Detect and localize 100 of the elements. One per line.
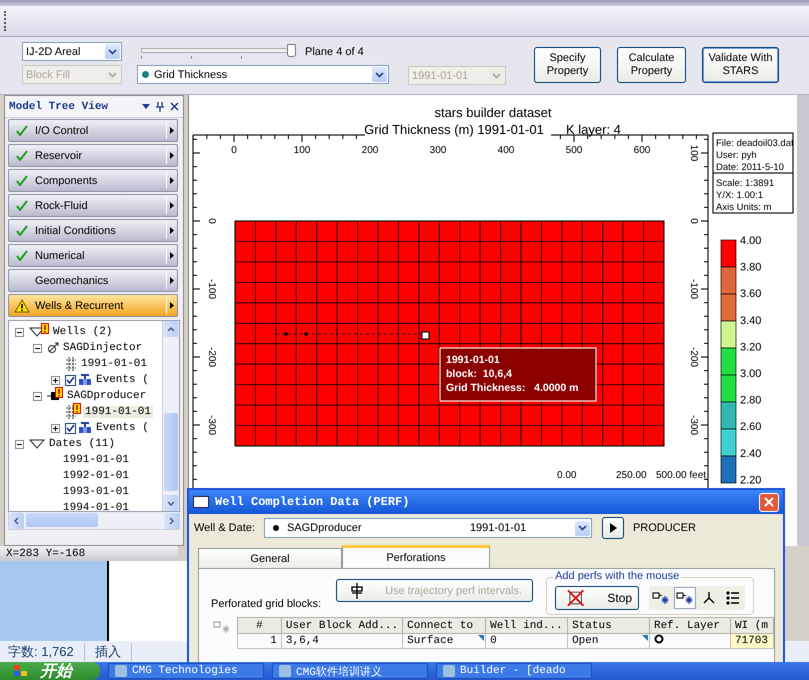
- tree-item[interactable]: SAGDproducer: [65, 390, 148, 402]
- tool-button[interactable]: [674, 587, 696, 609]
- coordinates-readout: X=283 Y=-168: [0, 546, 178, 561]
- info-text: Date: 2011-5-10: [716, 162, 784, 173]
- perforation-icon: [351, 582, 364, 598]
- start-button[interactable]: 开始: [0, 662, 100, 680]
- collapse-icon[interactable]: [33, 392, 42, 400]
- column-header[interactable]: User Block Add...: [281, 618, 403, 634]
- well-date-dropdown[interactable]: SAGDproducer 1991-01-01: [264, 518, 592, 538]
- tree-item[interactable]: Dates (11): [47, 438, 118, 450]
- section-button[interactable]: Geomechanics: [8, 269, 178, 292]
- taskbar-button[interactable]: Builder - [deado: [436, 663, 592, 679]
- legend-label: 2.20: [740, 474, 762, 486]
- triangle-icon: [29, 439, 45, 449]
- legend-label: 3.00: [740, 368, 762, 380]
- table-cell[interactable]: Open: [568, 634, 650, 648]
- close-button[interactable]: [759, 492, 779, 512]
- checkbox[interactable]: [65, 374, 76, 386]
- axis-tick-label: -100: [206, 279, 217, 299]
- action-button[interactable]: Calculate Property: [617, 47, 686, 83]
- column-header[interactable]: #: [238, 618, 282, 634]
- action-button[interactable]: Specify Property: [534, 47, 601, 83]
- property-dropdown[interactable]: Grid Thickness: [137, 65, 389, 84]
- view-mode-dropdown[interactable]: IJ-2D Areal: [22, 42, 122, 61]
- collapse-icon[interactable]: [33, 344, 42, 352]
- scrollbar-thumb[interactable]: [164, 413, 178, 491]
- legend-label: 3.80: [740, 262, 762, 274]
- column-header[interactable]: Connect to: [402, 618, 486, 634]
- tree-item[interactable]: 1991-01-01: [61, 454, 132, 466]
- arrow-right-icon: [170, 177, 174, 184]
- close-icon: [764, 497, 774, 507]
- tree-item[interactable]: 1991-01-01: [83, 406, 154, 418]
- axis-tick-label: 500: [566, 145, 582, 156]
- dropdown-icon[interactable]: [142, 104, 150, 110]
- table-cell[interactable]: Surface: [402, 634, 486, 648]
- tree-item[interactable]: Events (: [94, 374, 151, 386]
- play-icon: [608, 523, 617, 533]
- injector-icon: [47, 342, 59, 354]
- tab[interactable]: General: [198, 548, 342, 568]
- tree-item[interactable]: 1992-01-01: [61, 470, 132, 482]
- section-button[interactable]: Rock-Fluid: [8, 194, 178, 217]
- checkbox[interactable]: [65, 422, 76, 434]
- action-button[interactable]: Validate With STARS: [702, 47, 779, 83]
- column-header[interactable]: Ref. Layer: [649, 618, 730, 634]
- caret-icon: [105, 67, 120, 82]
- app-icon: [443, 665, 455, 677]
- dot-icon: [141, 70, 150, 79]
- circle-icon: [654, 634, 664, 644]
- axis-tick-label: -200: [206, 347, 217, 367]
- section-button[interactable]: Reservoir: [8, 144, 178, 167]
- section-button[interactable]: Numerical: [8, 244, 178, 267]
- valve-icon: [78, 422, 92, 434]
- collapse-icon[interactable]: [15, 328, 24, 336]
- add-perforation-icon: [676, 591, 694, 605]
- section-button[interactable]: I/O Control: [8, 119, 178, 142]
- slider-thumb[interactable]: [287, 44, 296, 56]
- app-icon: [115, 665, 127, 677]
- legend-label: 3.40: [740, 314, 762, 327]
- axis-tick-label: 400: [498, 145, 514, 156]
- taskbar-button[interactable]: CMG Technologies: [108, 663, 264, 679]
- scroll-down-icon[interactable]: [163, 495, 178, 511]
- axis-tick-label: -100: [688, 279, 699, 299]
- scale-label: 250.00: [616, 470, 647, 481]
- tree-item[interactable]: 1993-01-01: [61, 486, 132, 498]
- arrow-right-icon: [170, 277, 174, 284]
- tree-item[interactable]: SAGDinjector: [61, 342, 144, 354]
- axis-tick-label: -300: [206, 415, 217, 435]
- taskbar-button[interactable]: CMG软件培训讲义: [272, 663, 428, 679]
- scale-label: 0.00: [557, 470, 576, 481]
- axis-tick-label: -200: [688, 347, 699, 367]
- scroll-right-icon[interactable]: [164, 512, 179, 528]
- section-button[interactable]: Components: [8, 169, 178, 192]
- scroll-left-icon[interactable]: [9, 512, 24, 528]
- close-icon[interactable]: [170, 102, 179, 111]
- expand-icon[interactable]: [51, 424, 60, 432]
- legend-label: 2.40: [740, 448, 762, 460]
- scrollbar-thumb[interactable]: [26, 513, 98, 527]
- arrow-right-icon: [170, 302, 174, 309]
- next-button[interactable]: [602, 517, 624, 539]
- pin-icon[interactable]: [156, 101, 164, 112]
- stop-button[interactable]: Stop: [555, 586, 640, 610]
- column-header[interactable]: WI (m: [730, 618, 774, 634]
- column-header[interactable]: Well ind...: [486, 618, 568, 634]
- tab[interactable]: Perforations: [342, 545, 490, 568]
- tree-item[interactable]: Wells (2): [51, 326, 114, 338]
- collapse-icon[interactable]: [15, 440, 24, 448]
- expand-icon[interactable]: [51, 376, 60, 384]
- info-text: Scale: 1:3891: [716, 178, 774, 189]
- section-button[interactable]: Initial Conditions: [8, 219, 178, 242]
- column-header[interactable]: Status: [568, 618, 650, 634]
- tree-item[interactable]: 1994-01-01: [61, 502, 132, 511]
- plot-title: stars builder dataset: [434, 105, 552, 120]
- section-button[interactable]: Wells & Recurrent: [8, 294, 178, 317]
- tree-item[interactable]: 1991-01-01: [79, 358, 150, 370]
- word-count: 字数: 1,762: [8, 643, 85, 661]
- scroll-up-icon[interactable]: [163, 321, 178, 337]
- plot-subtitle: Grid Thickness (m) 1991-01-01: [364, 122, 544, 137]
- tree-item[interactable]: Events (: [94, 422, 151, 434]
- legend-label: 3.60: [740, 288, 762, 300]
- arrow-right-icon: [170, 202, 174, 209]
